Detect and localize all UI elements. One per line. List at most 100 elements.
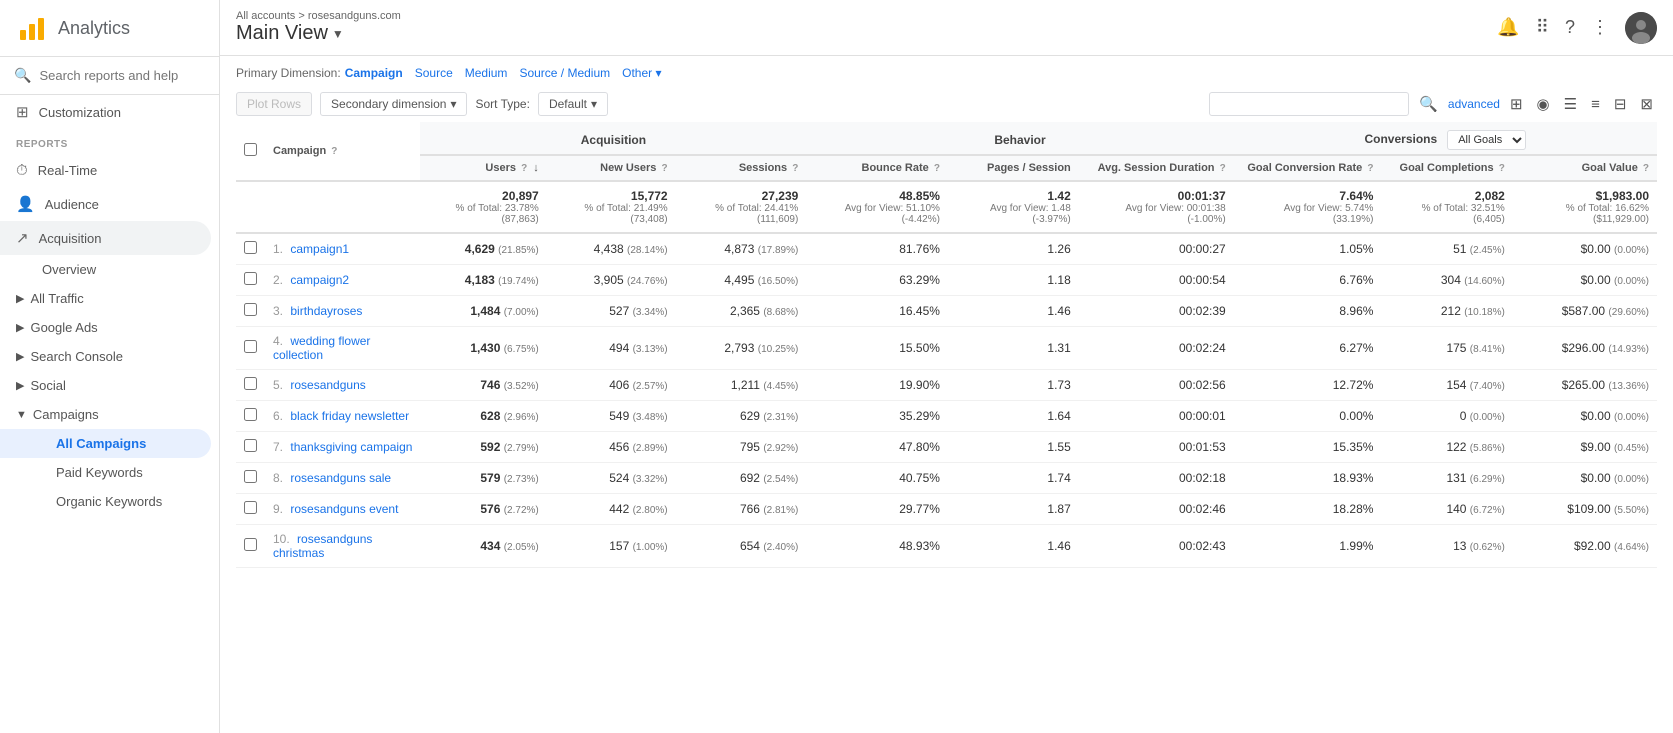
- table-search-input[interactable]: [1209, 92, 1409, 116]
- campaign-link[interactable]: rosesandguns: [290, 378, 365, 392]
- table-view-pivot-icon[interactable]: ⊟: [1610, 93, 1631, 115]
- avg-session-duration-header[interactable]: Avg. Session Duration ?: [1079, 155, 1234, 181]
- dim-other-link[interactable]: Other ▾: [622, 66, 661, 80]
- dim-source-medium-link[interactable]: Source / Medium: [519, 66, 610, 80]
- goal-conversion-rate-header[interactable]: Goal Conversion Rate ?: [1234, 155, 1382, 181]
- row-checkbox[interactable]: [244, 470, 257, 483]
- question-icon[interactable]: ?: [1220, 163, 1226, 174]
- sidebar-subitem-all-campaigns[interactable]: All Campaigns: [0, 429, 211, 458]
- row-number: 2.: [273, 273, 283, 287]
- top-header: All accounts > rosesandguns.com Main Vie…: [220, 0, 1673, 56]
- goal-value-header[interactable]: Goal Value ?: [1513, 155, 1657, 181]
- goal-conversion-cell: 12.72%: [1234, 370, 1382, 401]
- avatar[interactable]: [1625, 12, 1657, 44]
- campaign-link[interactable]: campaign1: [290, 242, 349, 256]
- row-checkbox[interactable]: [244, 408, 257, 421]
- question-icon[interactable]: ?: [1367, 163, 1373, 174]
- row-checkbox-cell[interactable]: [236, 265, 265, 296]
- sidebar-group-all-traffic[interactable]: ▶ All Traffic: [0, 284, 219, 313]
- goal-completions-cell: 140 (6.72%): [1381, 494, 1512, 525]
- row-checkbox-cell[interactable]: [236, 401, 265, 432]
- question-icon[interactable]: ?: [792, 163, 798, 174]
- title-dropdown-icon[interactable]: ▼: [332, 27, 344, 41]
- campaign-link[interactable]: wedding flower collection: [273, 334, 370, 362]
- question-icon[interactable]: ?: [1643, 163, 1649, 174]
- bell-icon[interactable]: 🔔: [1497, 17, 1519, 38]
- row-checkbox-cell[interactable]: [236, 494, 265, 525]
- search-icon[interactable]: 🔍: [1415, 93, 1442, 115]
- table-view-custom-icon[interactable]: ⊠: [1636, 93, 1657, 115]
- table-view-list-icon[interactable]: ☰: [1560, 93, 1581, 115]
- pages-session-cell: 1.26: [948, 233, 1079, 265]
- select-all-checkbox-header[interactable]: [236, 122, 265, 181]
- row-checkbox-cell[interactable]: [236, 296, 265, 327]
- search-bar-container[interactable]: 🔍: [0, 57, 219, 95]
- campaign-header[interactable]: Campaign ?: [265, 122, 420, 181]
- grid-icon[interactable]: ⠿: [1536, 17, 1549, 38]
- dim-medium-link[interactable]: Medium: [465, 66, 508, 80]
- row-checkbox-cell[interactable]: [236, 432, 265, 463]
- row-checkbox[interactable]: [244, 377, 257, 390]
- row-checkbox-cell[interactable]: [236, 463, 265, 494]
- sidebar-item-label: Customization: [39, 105, 121, 120]
- row-checkbox-cell[interactable]: [236, 233, 265, 265]
- advanced-link[interactable]: advanced: [1448, 97, 1500, 111]
- conversions-group-header: Conversions All Goals: [1234, 122, 1657, 155]
- all-goals-dropdown[interactable]: All Goals: [1447, 130, 1526, 150]
- sidebar-subitem-paid-keywords[interactable]: Paid Keywords: [0, 458, 219, 487]
- campaign-link[interactable]: rosesandguns event: [290, 502, 398, 516]
- question-icon[interactable]: ?: [521, 163, 527, 174]
- sidebar-item-customization[interactable]: ⊞ Customization: [0, 95, 211, 129]
- row-checkbox-cell[interactable]: [236, 525, 265, 568]
- dim-campaign-link[interactable]: Campaign: [345, 66, 403, 80]
- campaign-link[interactable]: rosesandguns sale: [290, 471, 391, 485]
- row-checkbox[interactable]: [244, 340, 257, 353]
- campaign-link[interactable]: campaign2: [290, 273, 349, 287]
- totals-goal-completions: 2,082 % of Total: 32.51% (6,405): [1381, 181, 1512, 233]
- question-icon[interactable]: ?: [331, 146, 337, 157]
- more-vert-icon[interactable]: ⋮: [1591, 17, 1609, 38]
- table-view-pie-icon[interactable]: ◉: [1533, 93, 1554, 115]
- users-cell: 576 (2.72%): [420, 494, 546, 525]
- sessions-header[interactable]: Sessions ?: [676, 155, 807, 181]
- sidebar-group-campaigns[interactable]: ▼ Campaigns: [0, 400, 219, 429]
- pages-session-cell: 1.18: [948, 265, 1079, 296]
- users-header[interactable]: Users ? ↓: [420, 155, 546, 181]
- secondary-dimension-button[interactable]: Secondary dimension ▾: [320, 92, 467, 116]
- row-checkbox[interactable]: [244, 272, 257, 285]
- campaign-link[interactable]: thanksgiving campaign: [290, 440, 412, 454]
- table-view-bar-icon[interactable]: ≡: [1587, 94, 1604, 115]
- pages-session-header[interactable]: Pages / Session: [948, 155, 1079, 181]
- campaign-link[interactable]: birthdayroses: [290, 304, 362, 318]
- sidebar-item-realtime[interactable]: ⏱ Real-Time: [0, 154, 211, 187]
- select-all-checkbox[interactable]: [244, 143, 257, 156]
- row-checkbox[interactable]: [244, 538, 257, 551]
- question-icon[interactable]: ?: [1499, 163, 1505, 174]
- goal-completions-header[interactable]: Goal Completions ?: [1381, 155, 1512, 181]
- help-icon[interactable]: ?: [1565, 17, 1575, 38]
- sidebar-subitem-organic-keywords[interactable]: Organic Keywords: [0, 487, 219, 516]
- row-checkbox-cell[interactable]: [236, 370, 265, 401]
- row-checkbox[interactable]: [244, 501, 257, 514]
- sidebar-item-audience[interactable]: 👤 Audience: [0, 187, 211, 221]
- sidebar-group-google-ads[interactable]: ▶ Google Ads: [0, 313, 219, 342]
- bounce-rate-header[interactable]: Bounce Rate ?: [806, 155, 948, 181]
- dim-source-link[interactable]: Source: [415, 66, 453, 80]
- sidebar-subitem-overview[interactable]: Overview: [0, 255, 219, 284]
- avg-session-cell: 00:00:54: [1079, 265, 1234, 296]
- row-checkbox-cell[interactable]: [236, 327, 265, 370]
- question-icon[interactable]: ?: [662, 163, 668, 174]
- search-input[interactable]: [39, 68, 205, 83]
- question-icon[interactable]: ?: [934, 163, 940, 174]
- row-checkbox[interactable]: [244, 241, 257, 254]
- sidebar-item-acquisition[interactable]: ↗ Acquisition: [0, 221, 211, 255]
- new-users-cell: 406 (2.57%): [547, 370, 676, 401]
- campaign-link[interactable]: black friday newsletter: [290, 409, 409, 423]
- new-users-header[interactable]: New Users ?: [547, 155, 676, 181]
- sidebar-group-social[interactable]: ▶ Social: [0, 371, 219, 400]
- row-checkbox[interactable]: [244, 303, 257, 316]
- sidebar-group-search-console[interactable]: ▶ Search Console: [0, 342, 219, 371]
- table-view-grid-icon[interactable]: ⊞: [1506, 93, 1527, 115]
- row-checkbox[interactable]: [244, 439, 257, 452]
- sort-type-button[interactable]: Default ▾: [538, 92, 608, 116]
